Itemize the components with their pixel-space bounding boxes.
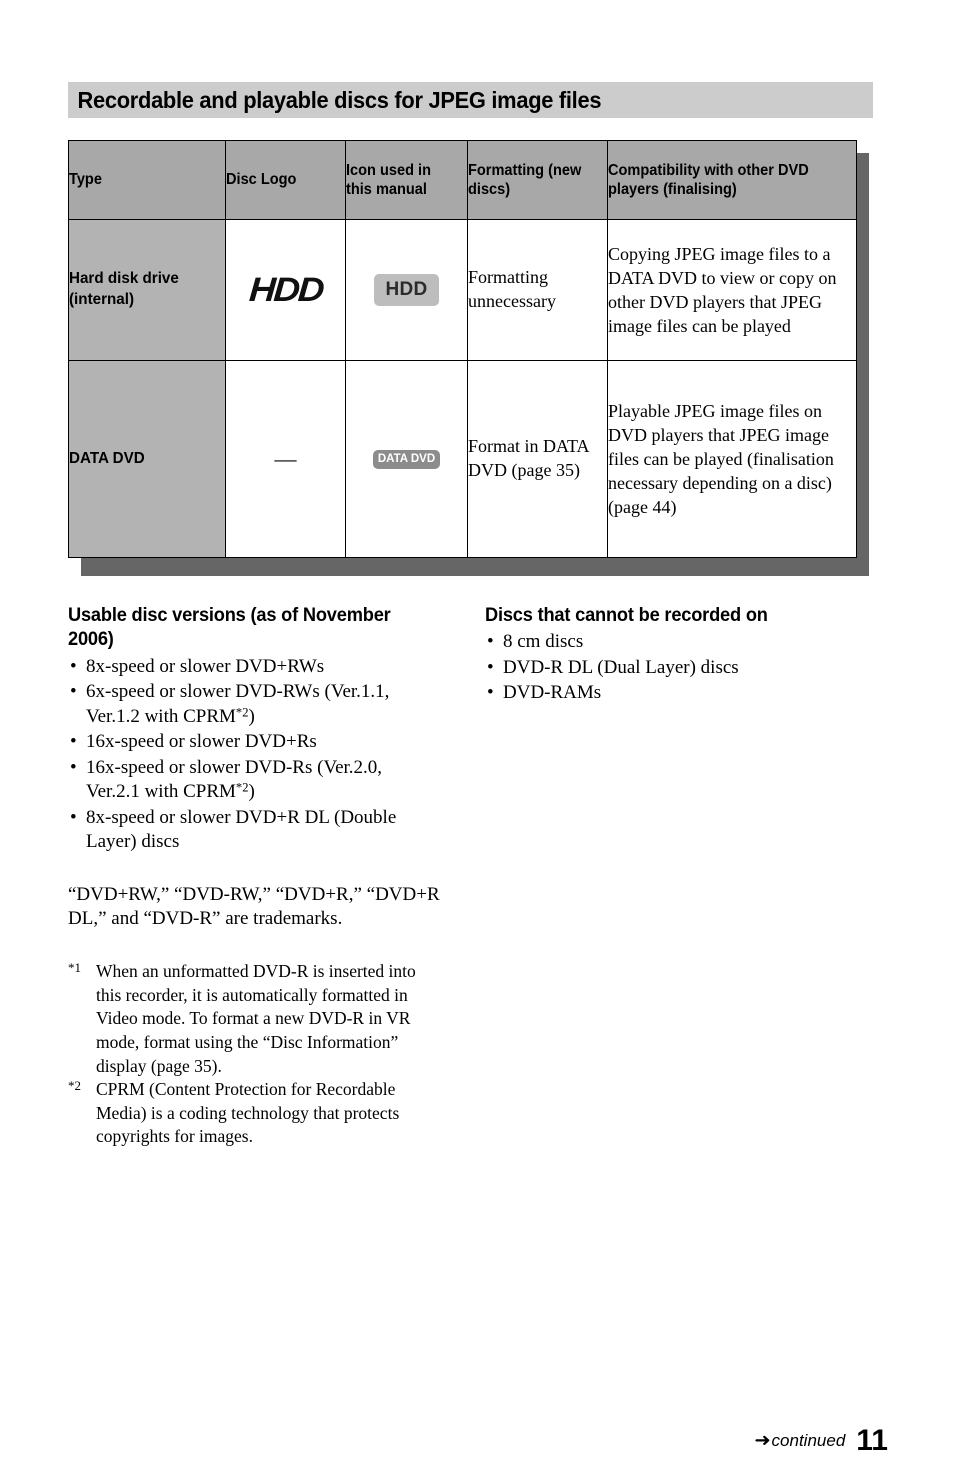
column-header-compatibility: Compatibility with other DVD players (fi… (607, 140, 857, 220)
disc-table-container: Type Disc Logo Icon used in this manual … (68, 140, 869, 576)
footnote-text: CPRM (Content Protection for Recordable … (96, 1079, 400, 1147)
column-header-disc-logo-label: Disc Logo (226, 171, 297, 189)
cell-disc-logo-hdd: HDD (225, 219, 346, 361)
cell-icon-hdd: HDD (345, 219, 468, 361)
list-item-text: 8x-speed or slower DVD+RWs (86, 655, 325, 677)
table-row: DATA DVD — DATA DVD Format in DATA DVD (… (68, 360, 857, 558)
list-item: 16x-speed or slower DVD-Rs (Ver.2.0, Ver… (68, 756, 440, 805)
list-item-text: DVD-RAMs (503, 682, 602, 704)
footnote-reference: *2 (235, 705, 249, 720)
cannot-record-list: 8 cm discs DVD-R DL (Dual Layer) discs DVD… (485, 630, 865, 706)
usable-versions-heading: Usable disc versions (as of November 200… (68, 604, 440, 653)
cannot-record-heading-label: Discs that cannot be recorded on (485, 605, 768, 626)
trademarks-note: “DVD+RW,” “DVD-RW,” “DVD+R,” “DVD+R DL,”… (68, 883, 440, 930)
column-header-formatting: Formatting (new discs) (467, 140, 608, 220)
cell-disc-logo-data-dvd: — (225, 360, 346, 558)
right-arrow-icon: ➜ (754, 1430, 772, 1451)
list-item: 8x-speed or slower DVD+R DL (Double Laye… (68, 806, 440, 855)
footnote: *2 CPRM (Content Protection for Recordabl… (68, 1078, 440, 1149)
hdd-badge-icon: HDD (374, 274, 439, 306)
list-item-text: 6x-speed or slower DVD-RWs (Ver.1.1, Ver… (86, 681, 390, 727)
cell-type-data-dvd-label: DATA DVD (69, 449, 145, 467)
list-item-text: 16x-speed or slower DVD+Rs (86, 731, 317, 753)
disc-table: Type Disc Logo Icon used in this manual … (68, 140, 857, 558)
cannot-record-heading: Discs that cannot be recorded on (485, 604, 865, 628)
list-item: 16x-speed or slower DVD+Rs (68, 730, 440, 755)
column-header-type: Type (68, 140, 226, 220)
page-title: Recordable and playable discs for JPEG i… (77, 86, 602, 113)
column-header-compatibility-label: Compatibility with other DVD players (fi… (608, 161, 809, 198)
list-item-text: DVD-R DL (Dual Layer) discs (503, 656, 739, 678)
list-item: DVD-RAMs (485, 681, 865, 706)
list-item-text: 8 cm discs (503, 631, 584, 653)
usable-versions-list: 8x-speed or slower DVD+RWs 6x-speed or sl… (68, 655, 440, 855)
continued-marker: ➜ continued (754, 1430, 846, 1456)
list-item: DVD-R DL (Dual Layer) discs (485, 656, 865, 681)
cell-type-hdd-label: Hard disk drive (internal) (69, 270, 179, 308)
footnotes-block: *1 When an unformatted DVD-R is inserted … (68, 960, 440, 1149)
column-header-icon-label: Icon used in this manual (346, 161, 432, 198)
data-dvd-badge-icon: DATA DVD (372, 449, 441, 470)
list-item-text-tail: ) (248, 705, 255, 727)
footnote-marker: *2 (68, 1078, 81, 1094)
em-dash-placeholder: — (274, 445, 297, 471)
list-item-text: 16x-speed or slower DVD-Rs (Ver.2.0, Ver… (86, 756, 383, 803)
footnote-reference: *2 (235, 780, 249, 795)
cell-formatting-data-dvd: Format in DATA DVD (page 35) (467, 360, 608, 558)
usable-versions-heading-label: Usable disc versions (as of November 200… (68, 605, 391, 651)
cell-type-hdd: Hard disk drive (internal) (68, 219, 226, 361)
cell-icon-data-dvd: DATA DVD (345, 360, 468, 558)
table-row: Hard disk drive (internal) HDD HDD Forma… (68, 219, 857, 361)
footnote-text: When an unformatted DVD-R is inserted in… (96, 961, 416, 1076)
page-title-band: Recordable and playable discs for JPEG i… (68, 82, 873, 118)
table-header-row: Type Disc Logo Icon used in this manual … (68, 140, 857, 220)
list-item: 8x-speed or slower DVD+RWs (68, 655, 440, 680)
footnote-marker: *1 (68, 960, 81, 975)
list-item: 8 cm discs (485, 630, 865, 655)
cell-compatibility-data-dvd: Playable JPEG image files on DVD players… (607, 360, 857, 558)
right-column: Discs that cannot be recorded on 8 cm di… (485, 604, 865, 707)
page-number: 11 (856, 1424, 888, 1457)
page-footer: ➜ continued 11 (755, 1426, 888, 1456)
list-item-text: 8x-speed or slower DVD+R DL (Double Laye… (86, 806, 397, 853)
column-header-type-label: Type (69, 171, 102, 189)
cell-formatting-hdd: Formatting unnecessary (467, 219, 608, 361)
continued-label: continued (771, 1431, 846, 1450)
cell-type-data-dvd: DATA DVD (68, 360, 226, 558)
column-header-disc-logo: Disc Logo (225, 140, 346, 220)
hdd-wordmark-icon: HDD (247, 270, 324, 309)
column-header-formatting-label: Formatting (new discs) (468, 161, 582, 198)
column-header-icon: Icon used in this manual (345, 140, 468, 220)
list-item: 6x-speed or slower DVD-RWs (Ver.1.1, Ver… (68, 680, 440, 729)
left-column: Usable disc versions (as of November 200… (68, 604, 440, 1149)
list-item-text-tail: ) (248, 781, 255, 803)
footnote: *1 When an unformatted DVD-R is inserted … (68, 960, 440, 1078)
cell-compatibility-hdd: Copying JPEG image files to a DATA DVD t… (607, 219, 857, 361)
